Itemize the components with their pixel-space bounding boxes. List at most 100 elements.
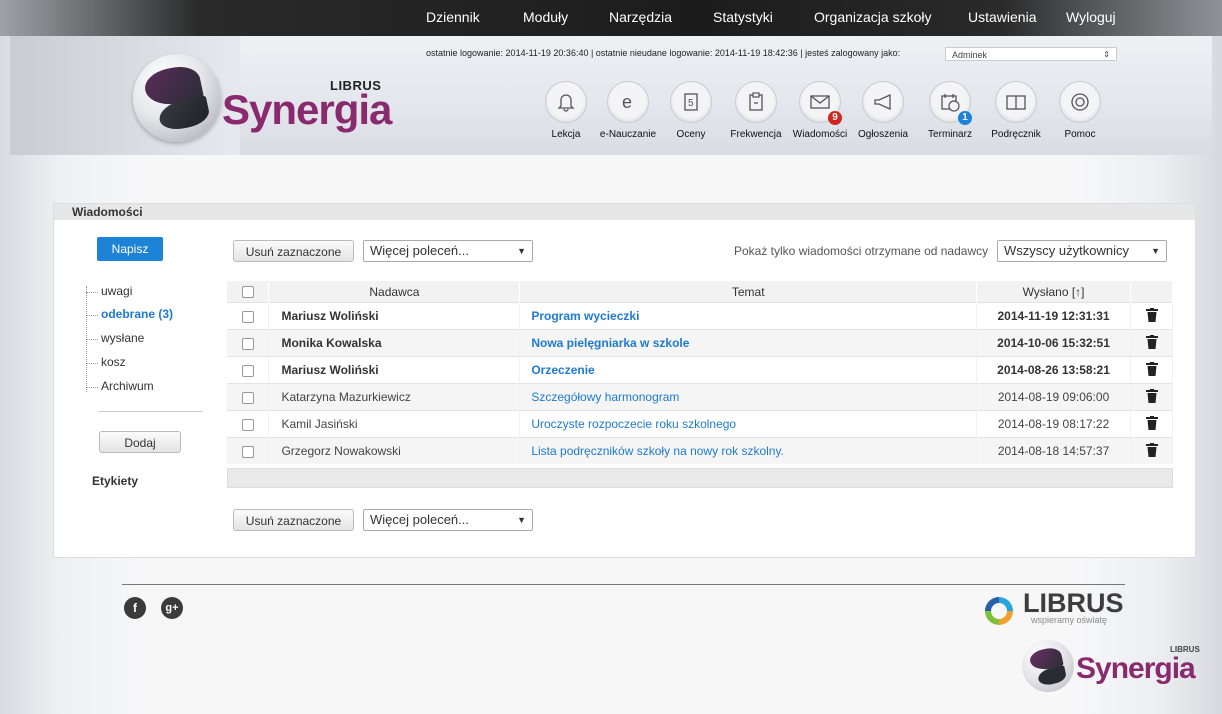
trash-icon[interactable] bbox=[1145, 334, 1158, 349]
message-topic[interactable]: Lista podręczników szkoły na nowy rok sz… bbox=[519, 437, 978, 464]
message-sender[interactable]: Kamil Jasiński bbox=[268, 410, 521, 438]
delete-selected-button[interactable]: Usuń zaznaczone bbox=[233, 240, 354, 262]
module-label: Wiadomości bbox=[792, 129, 848, 140]
module-podrecznik[interactable]: Podręcznik bbox=[986, 81, 1046, 140]
synergia-footer-text: Synergia bbox=[1076, 652, 1196, 685]
synergia-footer-librus: LIBRUS bbox=[1170, 645, 1200, 654]
module-lekcja[interactable]: Lekcja bbox=[536, 81, 596, 140]
event-badge: 1 bbox=[958, 111, 972, 125]
message-topic[interactable]: Szczegółowy harmonogram bbox=[519, 383, 978, 411]
module-label: e-Nauczanie bbox=[599, 129, 657, 140]
dropdown-arrow-icon: ▼ bbox=[1151, 246, 1160, 256]
module-label: Oceny bbox=[676, 129, 706, 140]
more-actions-select[interactable]: Więcej poleceń... ▼ bbox=[363, 240, 533, 262]
trash-icon[interactable] bbox=[1145, 442, 1158, 457]
table-header-row: Nadawca Temat Wysłano [↑] bbox=[227, 281, 1173, 303]
calendar-icon bbox=[941, 94, 960, 112]
module-terminarz[interactable]: 1 Terminarz bbox=[920, 81, 980, 140]
google-plus-icon[interactable]: g+ bbox=[161, 597, 183, 619]
trash-icon[interactable] bbox=[1145, 307, 1158, 322]
nav-organizacja-szkoly[interactable]: Organizacja szkoły bbox=[814, 9, 932, 25]
table-row[interactable]: Grzegorz Nowakowski Lista podręczników s… bbox=[227, 437, 1173, 464]
login-info: ostatnie logowanie: 2014-11-19 20:36:40 … bbox=[426, 48, 901, 58]
nav-dziennik[interactable]: Dziennik bbox=[426, 9, 480, 25]
librus-logo[interactable]: LIBRUS wspieramy oświatę bbox=[985, 588, 1125, 628]
message-sender[interactable]: Grzegorz Nowakowski bbox=[268, 437, 521, 464]
message-topic[interactable]: Nowa pielęgniarka w szkole bbox=[519, 329, 978, 357]
nav-narzedzia[interactable]: Narzędzia bbox=[609, 9, 672, 25]
module-ogloszenia[interactable]: Ogłoszenia bbox=[853, 81, 913, 140]
sender-filter-label: Pokaż tylko wiadomości otrzymane od nada… bbox=[734, 244, 989, 258]
message-date: 2014-11-19 12:31:31 bbox=[976, 302, 1131, 330]
folder-kosz[interactable]: kosz bbox=[86, 355, 126, 369]
folder-archiwum[interactable]: Archiwum bbox=[86, 379, 154, 393]
librus-ring-icon bbox=[985, 597, 1013, 625]
module-pomoc[interactable]: Pomoc bbox=[1050, 81, 1110, 140]
message-sender[interactable]: Mariusz Woliński bbox=[268, 302, 521, 330]
folder-odebrane[interactable]: odebrane (3) bbox=[85, 307, 173, 321]
trash-icon[interactable] bbox=[1145, 415, 1158, 430]
messages-panel: Wiadomości Napisz uwagi odebrane (3) wys… bbox=[53, 203, 1196, 558]
select-all-cell bbox=[227, 281, 270, 303]
more-actions-value: Więcej poleceń... bbox=[370, 243, 469, 258]
module-e-nauczanie[interactable]: e e-Nauczanie bbox=[598, 81, 658, 140]
add-label-button[interactable]: Dodaj bbox=[99, 431, 181, 453]
message-topic[interactable]: Program wycieczki bbox=[519, 302, 978, 330]
col-topic-header[interactable]: Temat bbox=[519, 281, 978, 303]
table-row[interactable]: Mariusz Woliński Orzeczenie 2014-08-26 1… bbox=[227, 356, 1173, 384]
module-label: Ogłoszenia bbox=[857, 129, 909, 140]
col-actions-header bbox=[1130, 281, 1173, 303]
row-checkbox[interactable] bbox=[241, 445, 254, 458]
nav-statystyki[interactable]: Statystyki bbox=[713, 9, 773, 25]
module-label: Podręcznik bbox=[991, 129, 1041, 140]
module-frekwencja[interactable]: Frekwencja bbox=[726, 81, 786, 140]
header: ostatnie logowanie: 2014-11-19 20:36:40 … bbox=[10, 36, 1212, 155]
module-wiadomosci[interactable]: 9 Wiadomości bbox=[790, 81, 850, 140]
user-select[interactable]: Adminek ⇕ bbox=[945, 47, 1117, 61]
module-label: Lekcja bbox=[551, 129, 581, 140]
nav-moduly[interactable]: Moduły bbox=[523, 9, 568, 25]
dropdown-arrow-icon: ▼ bbox=[517, 246, 526, 256]
nav-wyloguj[interactable]: Wyloguj bbox=[1066, 9, 1116, 25]
table-row[interactable]: Mariusz Woliński Program wycieczki 2014-… bbox=[227, 302, 1173, 330]
message-date: 2014-08-19 08:17:22 bbox=[976, 410, 1131, 438]
row-checkbox[interactable] bbox=[241, 418, 254, 431]
table-row[interactable]: Kamil Jasiński Uroczyste rozpoczecie rok… bbox=[227, 410, 1173, 438]
folder-wyslane[interactable]: wysłane bbox=[85, 331, 144, 345]
select-all-checkbox[interactable] bbox=[241, 286, 254, 299]
message-sender[interactable]: Katarzyna Mazurkiewicz bbox=[268, 383, 521, 411]
unread-badge: 9 bbox=[828, 111, 842, 125]
synergia-logo-icon[interactable] bbox=[133, 54, 221, 142]
module-label: Frekwencja bbox=[730, 129, 782, 140]
row-checkbox[interactable] bbox=[241, 310, 254, 323]
message-topic[interactable]: Uroczyste rozpoczecie roku szkolnego bbox=[519, 410, 978, 438]
message-date: 2014-10-06 15:32:51 bbox=[976, 329, 1131, 357]
facebook-icon[interactable]: f bbox=[124, 597, 146, 619]
trash-icon[interactable] bbox=[1145, 388, 1158, 403]
message-date: 2014-08-18 14:57:37 bbox=[976, 437, 1131, 464]
table-row[interactable]: Monika Kowalska Nowa pielęgniarka w szko… bbox=[227, 329, 1173, 357]
table-row[interactable]: Katarzyna Mazurkiewicz Szczegółowy harmo… bbox=[227, 383, 1173, 411]
row-checkbox[interactable] bbox=[241, 337, 254, 350]
sender-filter-select[interactable]: Wszyscy użytkownicy ▼ bbox=[997, 240, 1167, 262]
row-checkbox[interactable] bbox=[241, 391, 254, 404]
trash-icon[interactable] bbox=[1145, 361, 1158, 376]
message-topic[interactable]: Orzeczenie bbox=[519, 356, 978, 384]
more-actions-select-bottom[interactable]: Więcej poleceń... ▼ bbox=[363, 509, 533, 531]
logo-synergia-text[interactable]: Synergia bbox=[222, 86, 392, 134]
module-oceny[interactable]: 5 Oceny bbox=[661, 81, 721, 140]
col-sender-header[interactable]: Nadawca bbox=[268, 281, 521, 303]
nav-ustawienia[interactable]: Ustawienia bbox=[968, 9, 1036, 25]
synergia-footer-logo[interactable]: Synergia LIBRUS bbox=[1022, 640, 1202, 696]
message-date: 2014-08-19 09:06:00 bbox=[976, 383, 1131, 411]
dropdown-arrow-icon: ▼ bbox=[517, 515, 526, 525]
row-checkbox[interactable] bbox=[241, 364, 254, 377]
message-sender[interactable]: Monika Kowalska bbox=[268, 329, 521, 357]
folder-uwagi[interactable]: uwagi bbox=[85, 284, 132, 298]
message-sender[interactable]: Mariusz Woliński bbox=[268, 356, 521, 384]
delete-selected-button-bottom[interactable]: Usuń zaznaczone bbox=[233, 509, 354, 531]
compose-button[interactable]: Napisz bbox=[97, 237, 163, 261]
col-sent-header[interactable]: Wysłano [↑] bbox=[976, 281, 1131, 303]
svg-text:e: e bbox=[622, 92, 632, 112]
message-date: 2014-08-26 13:58:21 bbox=[976, 356, 1131, 384]
